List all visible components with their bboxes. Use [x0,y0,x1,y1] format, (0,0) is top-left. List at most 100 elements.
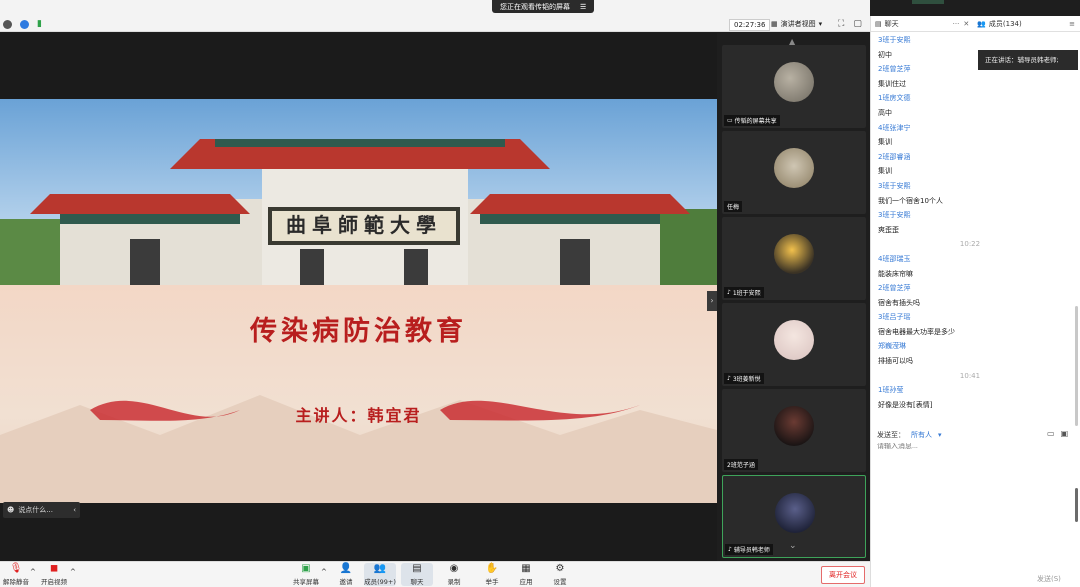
start-video-button[interactable]: ◼ 开启视频 [38,563,70,586]
leave-meeting-button[interactable]: 离开会议 [821,566,865,584]
close-icon[interactable]: ✕ [963,20,969,28]
chat-sender[interactable]: 郑巍滢琳 [871,339,1076,354]
chevron-down-icon[interactable]: ▾ [938,431,942,439]
apps-grid-icon: ▦ [521,563,531,574]
chat-sender[interactable]: 2班邵睿涵 [871,150,1076,165]
avatar [774,62,814,102]
participant-tile[interactable]: ▭ 传韬的屏幕共享 [722,45,866,128]
record-button[interactable]: ◉ 录制 [438,563,470,586]
chevron-down-icon[interactable]: ⌄ [789,541,797,551]
participant-tile[interactable]: ♪ 3班姜新悦 [722,303,866,386]
quick-comment-box[interactable]: ☻ 说点什么... ‹ [3,502,80,518]
participant-tile[interactable]: ♪ 1班于安熙 [722,217,866,300]
chat-message: 集训住过 [878,79,906,88]
window-accent [912,0,944,4]
chat-icon: ▤ [412,563,422,574]
tile-name: 1班于安熙 [732,290,761,297]
chat-sender[interactable]: 3班于安熙 [871,179,1076,194]
top-status-icons: ▮ [3,19,42,29]
presentation-slide: 曲阜師範大學 传染病防治教育 主讲人：韩宜君 [0,99,717,503]
start-video-label: 开启视频 [41,578,67,586]
chat-message: 排插可以吗 [878,357,913,366]
meeting-timer: 02:27:36 [729,19,771,31]
screenshot-icon[interactable]: ▣ [1061,429,1069,438]
emoji-icon[interactable]: ☻ [7,506,14,514]
chat-sender[interactable]: 4班张津宁 [871,121,1076,136]
unmute-button[interactable]: 🎙 解除静音 [0,563,32,586]
send-to-label: 发送至： [877,431,905,439]
record-icon: ◉ [449,563,459,574]
collapse-strip-button[interactable]: › [707,291,717,311]
view-mode-button[interactable]: ▦ 演讲者视图 ▾ [771,19,822,29]
info-icon[interactable] [3,19,12,29]
mic-icon: ♪ [728,546,732,553]
share-banner-text: 您正在观看传韬的屏幕 [500,2,570,11]
invite-label: 邀请 [339,578,353,586]
mic-muted-icon: ♪ [727,289,731,296]
chat-sender[interactable]: 3班吕子瑶 [871,310,1076,325]
chevron-up-icon[interactable]: ^ [30,568,36,576]
apps-label: 应用 [519,578,533,586]
signal-icon[interactable]: ▮ [37,19,42,29]
chat-input[interactable] [877,443,1067,450]
chat-panel: ▤ 聊天 ··· ✕ 👥 成员(134) ≡ 3班于安熙 初中 2班曾芝萍 集训… [870,16,1080,587]
gate-illustration: 曲阜師範大學 [0,139,717,285]
avatar [775,493,815,533]
add-user-icon: 👤 [339,563,353,574]
send-to-target[interactable]: 所有人 [911,430,932,440]
tab-members[interactable]: 👥 成员(134) [973,19,1026,29]
chat-sender[interactable]: 1班房文德 [871,91,1076,106]
invite-button[interactable]: 👤 邀请 [330,563,362,586]
shield-icon[interactable] [20,19,29,29]
chat-message: 高中 [878,108,892,117]
chat-message: 好像是没有[表情] [878,400,933,409]
fullscreen-icon[interactable]: ⛶ [838,19,844,29]
grid-view-icon: ▦ [771,20,778,28]
gate-photo: 曲阜師範大學 [0,99,717,285]
shared-screen-area: 曲阜師範大學 传染病防治教育 主讲人：韩宜君 ☻ 说点什么... ‹ › [0,33,717,561]
folder-icon[interactable]: ▭ [1047,429,1055,438]
apps-button[interactable]: ▦ 应用 [510,563,542,586]
tab-chat[interactable]: ▤ 聊天 [871,19,903,29]
slide-title: 传染病防治教育 [250,316,467,347]
gear-icon: ⚙ [555,563,565,574]
avatar [774,234,814,274]
layout-icon[interactable]: ▢ [853,19,862,29]
input-scrollbar[interactable] [1075,488,1078,522]
raise-hand-button[interactable]: ✋ 举手 [476,563,508,586]
members-icon: 👥 [373,563,387,574]
members-tab-label: 成员(134) [988,19,1022,28]
chat-sender[interactable]: 4班邵瑞玉 [871,252,1076,267]
chat-sender[interactable]: 1班孙莹 [871,383,1076,398]
chat-panel-tabs: ▤ 聊天 ··· ✕ 👥 成员(134) ≡ [871,16,1080,32]
send-button[interactable]: 发送(S) [1037,574,1061,584]
chat-sender[interactable]: 3班于安熙 [871,33,1076,48]
more-options-icon[interactable]: ··· [953,20,960,28]
share-screen-button[interactable]: ▣ 共享屏幕 [290,563,322,586]
chat-button[interactable]: ▤ 聊天 [401,563,433,586]
chevron-up-icon[interactable]: ^ [70,568,76,576]
members-button[interactable]: 👥 成员(99+) [364,563,396,586]
mic-muted-icon: ♪ [727,375,731,382]
screen-share-icon: ▭ [727,117,733,124]
meeting-toolbar: 🎙 解除静音 ^ ◼ 开启视频 ^ ▣ 共享屏幕 ^ 👤 邀请 👥 成员(99+… [0,561,870,587]
screen-share-banner: 您正在观看传韬的屏幕 ☰ [492,0,595,13]
speaking-indicator: 正在讲话：辅导员韩老师; [978,50,1078,70]
participant-tile[interactable]: 任梅 [722,131,866,214]
chat-scrollbar[interactable] [1075,306,1078,426]
chevron-down-icon: ▾ [818,20,823,28]
send-to-selector[interactable]: 发送至： 所有人 ▾ [877,430,942,440]
chat-timestamp: 10:22 [959,240,981,249]
chat-label: 聊天 [410,578,424,586]
settings-button[interactable]: ⚙ 设置 [544,563,576,586]
menu-icon[interactable]: ≡ [1069,20,1075,28]
participant-tile[interactable]: 2班范子涵 [722,389,866,472]
chat-sender[interactable]: 3班于安熙 [871,208,1076,223]
chat-sender[interactable]: 2班曾芝萍 [871,281,1076,296]
camera-off-icon: ◼ [49,563,59,574]
chevron-up-icon[interactable]: ^ [321,568,327,576]
tile-name: 2班范子涵 [727,462,755,469]
tile-label: 任梅 [724,201,743,212]
chevron-left-icon[interactable]: ‹ [73,506,76,514]
share-options-icon[interactable]: ☰ [580,3,586,11]
